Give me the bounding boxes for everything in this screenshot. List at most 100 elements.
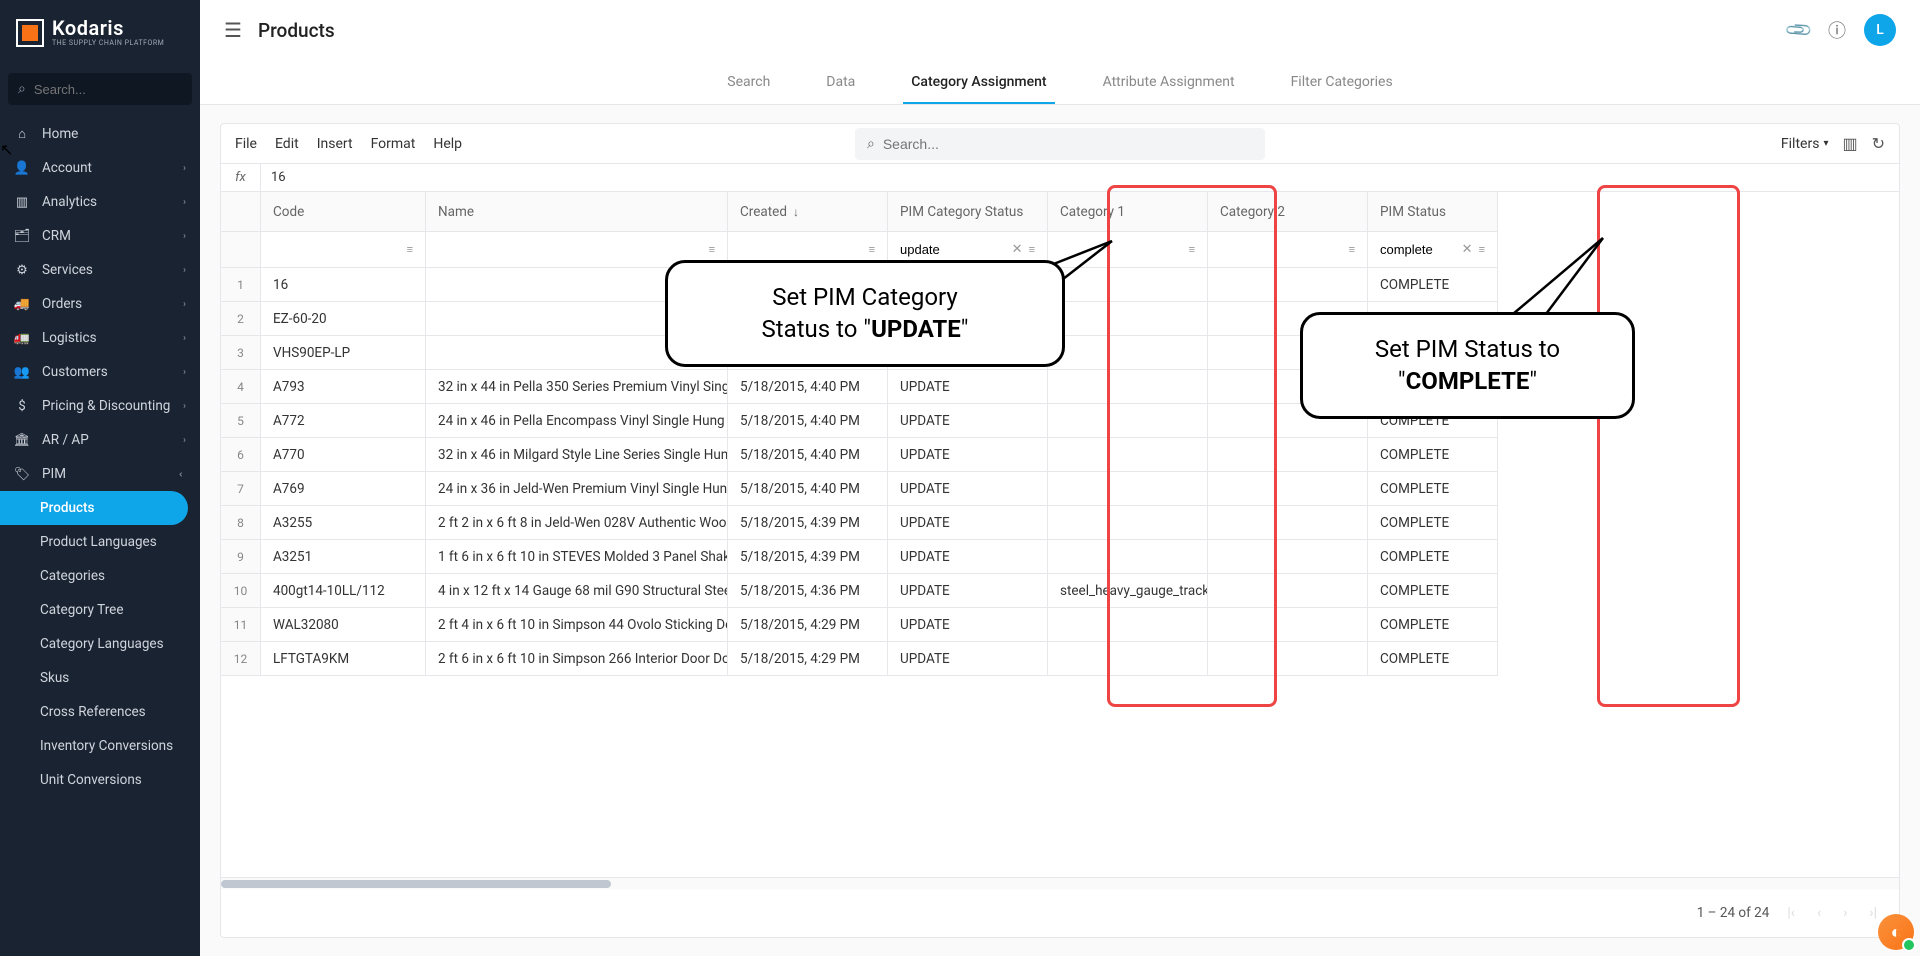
- refresh-icon[interactable]: ↻: [1872, 134, 1885, 153]
- cell-name[interactable]: 1 ft 6 in x 6 ft 10 in STEVES Molded 3 P…: [426, 540, 728, 574]
- sub-nav-unit-conversions[interactable]: Unit Conversions: [0, 763, 200, 797]
- row-number[interactable]: 2: [221, 302, 261, 336]
- sidebar-search-input[interactable]: [34, 82, 210, 97]
- nav-item-pricing-discounting[interactable]: $Pricing & Discounting›: [0, 389, 200, 423]
- cell-created[interactable]: 5/18/2015, 4:39 PM: [728, 540, 888, 574]
- column-header[interactable]: Name: [426, 192, 728, 232]
- cell-category-2[interactable]: [1208, 608, 1368, 642]
- cell-category-2[interactable]: [1208, 472, 1368, 506]
- cell-code[interactable]: EZ-60-20: [261, 302, 426, 336]
- row-number[interactable]: 6: [221, 438, 261, 472]
- cell-code[interactable]: WAL32080: [261, 608, 426, 642]
- cell-category-2[interactable]: [1208, 438, 1368, 472]
- cell-pim-category-status[interactable]: UPDATE: [888, 438, 1048, 472]
- page-first-icon[interactable]: |‹: [1783, 901, 1799, 925]
- sheet-search-input[interactable]: [883, 136, 1253, 152]
- row-number[interactable]: 12: [221, 642, 261, 676]
- filter-icon[interactable]: ≡: [1029, 243, 1035, 256]
- cell-category-1[interactable]: [1048, 472, 1208, 506]
- cell-code[interactable]: A769: [261, 472, 426, 506]
- row-number[interactable]: 11: [221, 608, 261, 642]
- filter-icon[interactable]: ≡: [1479, 243, 1485, 256]
- row-number[interactable]: 4: [221, 370, 261, 404]
- column-header[interactable]: Category 1: [1048, 192, 1208, 232]
- cell-category-1[interactable]: [1048, 540, 1208, 574]
- cell-category-2[interactable]: [1208, 642, 1368, 676]
- cell-code[interactable]: LFTGTA9KM: [261, 642, 426, 676]
- column-header[interactable]: PIM Category Status: [888, 192, 1048, 232]
- cell-created[interactable]: 5/18/2015, 4:29 PM: [728, 608, 888, 642]
- menu-insert[interactable]: Insert: [317, 136, 353, 152]
- cell-name[interactable]: 24 in x 36 in Jeld-Wen Premium Vinyl Sin…: [426, 472, 728, 506]
- nav-item-customers[interactable]: 👥Customers›: [0, 355, 200, 389]
- cell-code[interactable]: A772: [261, 404, 426, 438]
- column-filter[interactable]: ≡: [261, 232, 426, 268]
- cell-name[interactable]: 2 ft 2 in x 6 ft 8 in Jeld-Wen 028V Auth…: [426, 506, 728, 540]
- cell-code[interactable]: A3251: [261, 540, 426, 574]
- cell-pim-status[interactable]: COMPLETE: [1368, 642, 1498, 676]
- row-number[interactable]: 8: [221, 506, 261, 540]
- cell-created[interactable]: 5/18/2015, 4:39 PM: [728, 506, 888, 540]
- cell-code[interactable]: 16: [261, 268, 426, 302]
- cell-category-1[interactable]: [1048, 404, 1208, 438]
- clear-icon[interactable]: ✕: [1462, 242, 1473, 257]
- cell-pim-status[interactable]: COMPLETE: [1368, 438, 1498, 472]
- tab-filter-categories[interactable]: Filter Categories: [1283, 60, 1401, 104]
- nav-item-account[interactable]: 👤Account›: [0, 151, 200, 185]
- nav-item-home[interactable]: ⌂Home: [0, 117, 200, 151]
- cell-name[interactable]: 2 ft 4 in x 6 ft 10 in Simpson 44 Ovolo …: [426, 608, 728, 642]
- cell-pim-status[interactable]: COMPLETE: [1368, 540, 1498, 574]
- nav-item-logistics[interactable]: 🚛Logistics›: [0, 321, 200, 355]
- tab-search[interactable]: Search: [719, 60, 778, 104]
- row-number[interactable]: 3: [221, 336, 261, 370]
- cell-pim-category-status[interactable]: UPDATE: [888, 574, 1048, 608]
- filter-icon[interactable]: ≡: [407, 243, 413, 256]
- filter-icon[interactable]: ≡: [709, 243, 715, 256]
- cell-pim-status[interactable]: COMPLETE: [1368, 268, 1498, 302]
- chat-widget-icon[interactable]: ◐: [1878, 914, 1914, 950]
- cell-category-1[interactable]: [1048, 438, 1208, 472]
- cell-created[interactable]: 5/18/2015, 4:40 PM: [728, 438, 888, 472]
- cell-created[interactable]: 5/18/2015, 4:40 PM: [728, 404, 888, 438]
- cell-pim-category-status[interactable]: UPDATE: [888, 506, 1048, 540]
- nav-item-ar-ap[interactable]: 🏛AR / AP›: [0, 423, 200, 457]
- nav-item-analytics[interactable]: ▥Analytics›: [0, 185, 200, 219]
- row-number[interactable]: 5: [221, 404, 261, 438]
- sidebar-search[interactable]: ⌕: [8, 73, 192, 105]
- cell-category-1[interactable]: [1048, 506, 1208, 540]
- cell-pim-category-status[interactable]: UPDATE: [888, 370, 1048, 404]
- cell-pim-status[interactable]: COMPLETE: [1368, 472, 1498, 506]
- cell-pim-category-status[interactable]: UPDATE: [888, 404, 1048, 438]
- attachment-icon[interactable]: 📎: [1783, 15, 1814, 46]
- column-filter[interactable]: ✕≡: [1368, 232, 1498, 268]
- columns-icon[interactable]: ▥: [1842, 134, 1857, 153]
- cell-category-1[interactable]: steel_heavy_gauge_track: [1048, 574, 1208, 608]
- clear-icon[interactable]: ✕: [1012, 242, 1023, 257]
- sub-nav-category-languages[interactable]: Category Languages: [0, 627, 200, 661]
- column-header[interactable]: Code: [261, 192, 426, 232]
- page-next-icon[interactable]: ›: [1839, 901, 1851, 925]
- avatar[interactable]: L: [1864, 14, 1896, 46]
- cell-pim-status[interactable]: COMPLETE: [1368, 608, 1498, 642]
- nav-item-pim[interactable]: 🏷PIM⌄: [0, 457, 200, 491]
- cell-code[interactable]: A793: [261, 370, 426, 404]
- menu-help[interactable]: Help: [433, 136, 462, 152]
- page-last-icon[interactable]: ›|: [1865, 901, 1881, 925]
- cell-created[interactable]: 5/18/2015, 4:36 PM: [728, 574, 888, 608]
- cell-code[interactable]: VHS90EP-LP: [261, 336, 426, 370]
- cell-created[interactable]: 5/18/2015, 4:40 PM: [728, 472, 888, 506]
- nav-item-crm[interactable]: 🗂CRM›: [0, 219, 200, 253]
- filter-input[interactable]: [900, 242, 1006, 257]
- filters-button[interactable]: Filters ▾: [1781, 136, 1829, 152]
- sub-nav-product-languages[interactable]: Product Languages: [0, 525, 200, 559]
- cell-code[interactable]: 400gt14-10LL/112: [261, 574, 426, 608]
- column-header[interactable]: PIM Status: [1368, 192, 1498, 232]
- cell-category-2[interactable]: [1208, 506, 1368, 540]
- sub-nav-category-tree[interactable]: Category Tree: [0, 593, 200, 627]
- cell-name[interactable]: 32 in x 46 in Milgard Style Line Series …: [426, 438, 728, 472]
- cell-pim-category-status[interactable]: UPDATE: [888, 540, 1048, 574]
- cell-code[interactable]: A770: [261, 438, 426, 472]
- menu-file[interactable]: File: [235, 136, 257, 152]
- sub-nav-categories[interactable]: Categories: [0, 559, 200, 593]
- row-number[interactable]: 10: [221, 574, 261, 608]
